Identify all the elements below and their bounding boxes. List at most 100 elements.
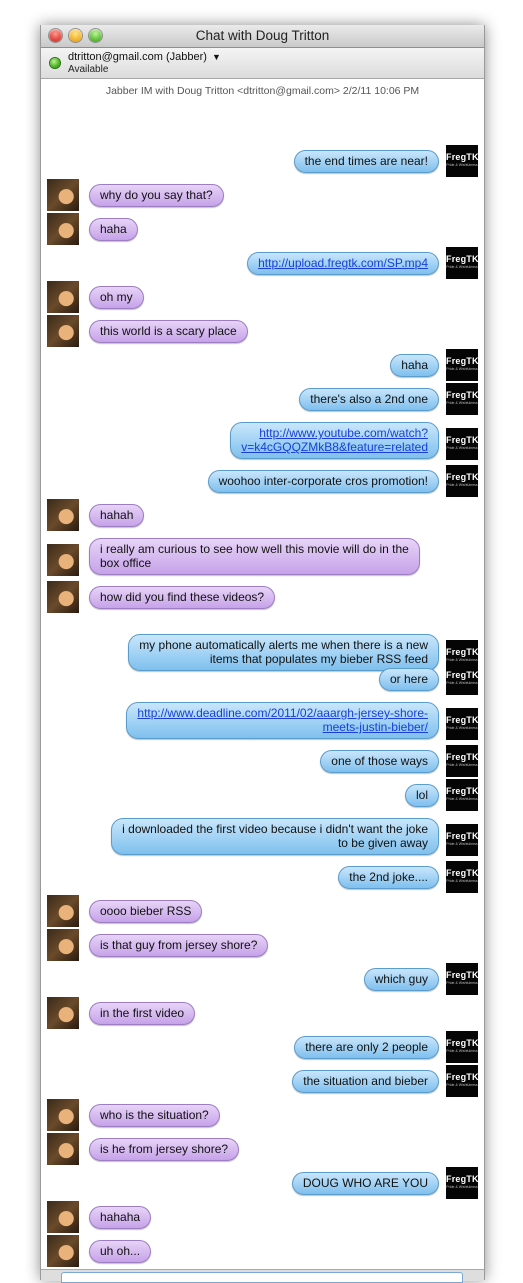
avatar-brand: FregTK: [446, 472, 479, 482]
avatar-tagline: Pride & Wishfulness: [446, 658, 478, 662]
message-row: in the first video: [41, 997, 484, 1034]
zoom-window-button[interactable]: [89, 29, 102, 42]
message-bubble: who is the situation?: [89, 1104, 220, 1127]
message-bubble: DOUG WHO ARE YOU: [291, 1172, 439, 1195]
message-row: uh oh...: [41, 1235, 484, 1272]
my-avatar: FregTK Pride & Wishfulness: [446, 779, 479, 811]
message-bubble: there's also a 2nd one: [299, 388, 439, 411]
avatar-brand: FregTK: [446, 356, 479, 366]
message-bubble: why do you say that?: [89, 184, 224, 207]
message-row: hahah: [41, 499, 484, 536]
account-selector[interactable]: dtritton@gmail.com (Jabber) ▼: [68, 51, 221, 63]
message-bubble: oooo bieber RSS: [89, 900, 203, 923]
my-avatar: FregTK Pride & Wishfulness: [446, 824, 479, 856]
account-status: Available: [68, 64, 109, 75]
chat-window: Chat with Doug Tritton dtritton@gmail.co…: [40, 25, 485, 1283]
message-row: FregTK Pride & Wishfulness my phone automa…: [41, 634, 484, 672]
chat-header-line: Jabber IM with Doug Tritton <dtritton@gm…: [105, 85, 420, 97]
my-avatar: FregTK Pride & Wishfulness: [446, 349, 479, 381]
message-row: FregTK Pride & Wishfulness which guy: [41, 963, 484, 1000]
my-avatar: FregTK Pride & Wishfulness: [446, 1167, 479, 1199]
message-bubble: i downloaded the first video because i d…: [111, 818, 439, 855]
buddy-avatar: [47, 213, 79, 245]
avatar-tagline: Pride & Wishfulness: [446, 981, 478, 985]
my-avatar: FregTK Pride & Wishfulness: [446, 745, 479, 777]
message-bubble: woohoo inter-corporate cros promotion!: [207, 470, 439, 493]
message-row: is he from jersey shore?: [41, 1133, 484, 1170]
message-row: FregTK Pride & Wishfulness woohoo inter-co…: [41, 465, 484, 502]
avatar-brand: FregTK: [446, 715, 479, 725]
message-input-area: [41, 1269, 484, 1283]
message-row: FregTK Pride & Wishfulness http://www.dead…: [41, 702, 484, 740]
status-available-icon: [50, 58, 60, 68]
account-bar: dtritton@gmail.com (Jabber) ▼ Available: [41, 48, 484, 79]
message-row: haha: [41, 213, 484, 250]
message-row: why do you say that?: [41, 179, 484, 216]
message-row: who is the situation?: [41, 1099, 484, 1136]
message-bubble: this world is a scary place: [89, 320, 248, 343]
message-bubble: hahaha: [89, 1206, 152, 1229]
buddy-avatar: [47, 1235, 79, 1267]
avatar-brand: FregTK: [446, 254, 479, 264]
avatar-tagline: Pride & Wishfulness: [446, 842, 478, 846]
message-bubble: which guy: [363, 968, 439, 991]
message-row: oooo bieber RSS: [41, 895, 484, 932]
title-bar: Chat with Doug Tritton: [41, 25, 484, 48]
avatar-tagline: Pride & Wishfulness: [446, 1049, 478, 1053]
message-bubble: how did you find these videos?: [89, 586, 276, 609]
buddy-avatar: [47, 1099, 79, 1131]
avatar-brand: FregTK: [446, 831, 479, 841]
buddy-avatar: [47, 929, 79, 961]
buddy-avatar: [47, 315, 79, 347]
avatar-tagline: Pride & Wishfulness: [446, 726, 478, 730]
message-row: FregTK Pride & Wishfulness DOUG WHO ARE YO…: [41, 1167, 484, 1204]
avatar-tagline: Pride & Wishfulness: [446, 401, 478, 405]
avatar-brand: FregTK: [446, 647, 479, 657]
close-window-button[interactable]: [49, 29, 62, 42]
message-bubble: uh oh...: [89, 1240, 152, 1263]
avatar-brand: FregTK: [446, 1174, 479, 1184]
message-link[interactable]: http://www.youtube.com/watch? v=k4cGQQZM…: [230, 422, 439, 459]
my-avatar: FregTK Pride & Wishfulness: [446, 861, 479, 893]
my-avatar: FregTK Pride & Wishfulness: [446, 247, 479, 279]
message-link[interactable]: http://upload.fregtk.com/SP.mp4: [247, 252, 439, 275]
my-avatar: FregTK Pride & Wishfulness: [446, 1065, 479, 1097]
message-input[interactable]: [61, 1272, 463, 1283]
my-avatar: FregTK Pride & Wishfulness: [446, 1031, 479, 1063]
buddy-avatar: [47, 281, 79, 313]
account-name: dtritton@gmail.com (Jabber): [68, 51, 207, 63]
my-avatar: FregTK Pride & Wishfulness: [446, 383, 479, 415]
avatar-brand: FregTK: [446, 1072, 479, 1082]
message-row: FregTK Pride & Wishfulness the 2nd joke...…: [41, 861, 484, 898]
message-row: hahaha: [41, 1201, 484, 1238]
avatar-brand: FregTK: [446, 1038, 479, 1048]
avatar-brand: FregTK: [446, 670, 479, 680]
buddy-avatar: [47, 1133, 79, 1165]
avatar-tagline: Pride & Wishfulness: [446, 446, 478, 450]
message-bubble: my phone automatically alerts me when th…: [128, 634, 439, 671]
message-row: FregTK Pride & Wishfulness there are only …: [41, 1031, 484, 1068]
buddy-avatar: [47, 581, 79, 613]
avatar-tagline: Pride & Wishfulness: [446, 163, 478, 167]
my-avatar: FregTK Pride & Wishfulness: [446, 145, 479, 177]
buddy-avatar: [47, 895, 79, 927]
message-row: FregTK Pride & Wishfulness i downloaded th…: [41, 818, 484, 856]
message-row: FregTK Pride & Wishfulness or here: [41, 663, 484, 700]
message-row: FregTK Pride & Wishfulness http://upload.f…: [41, 247, 484, 284]
message-row: FregTK Pride & Wishfulness lol: [41, 779, 484, 816]
buddy-avatar: [47, 499, 79, 531]
buddy-avatar: [47, 179, 79, 211]
buddy-avatar: [47, 997, 79, 1029]
message-link[interactable]: http://www.deadline.com/2011/02/aaargh-j…: [126, 702, 439, 739]
my-avatar: FregTK Pride & Wishfulness: [446, 708, 479, 740]
window-title: Chat with Doug Tritton: [195, 28, 330, 43]
message-row: how did you find these videos?: [41, 581, 484, 618]
message-bubble: one of those ways: [320, 750, 439, 773]
message-row: FregTK Pride & Wishfulness http://www.yout…: [41, 422, 484, 460]
my-avatar: FregTK Pride & Wishfulness: [446, 428, 479, 460]
avatar-tagline: Pride & Wishfulness: [446, 1083, 478, 1087]
chat-transcript[interactable]: Jabber IM with Doug Tritton <dtritton@gm…: [41, 79, 484, 1269]
minimize-window-button[interactable]: [69, 29, 82, 42]
message-bubble: there are only 2 people: [294, 1036, 439, 1059]
message-row: oh my: [41, 281, 484, 318]
